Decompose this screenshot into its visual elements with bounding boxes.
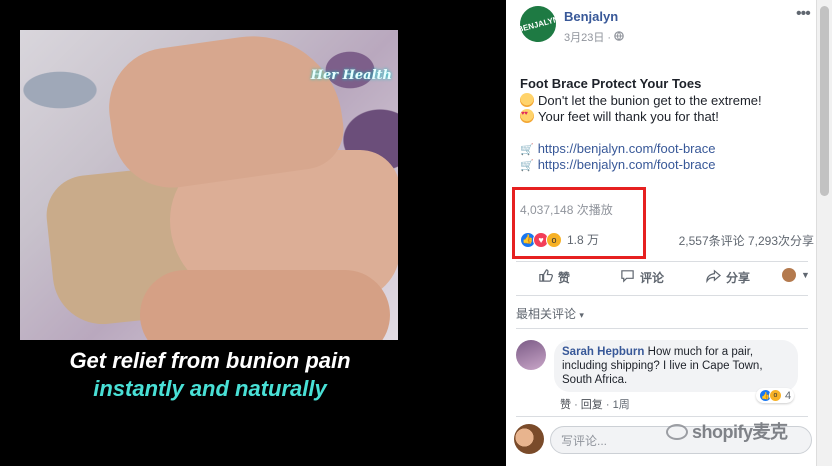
post-text-line2: Your feet will thank you for that!: [520, 109, 719, 124]
comment-reaction-count: 4: [785, 389, 792, 402]
comments-count-link[interactable]: 2,557条评论: [679, 234, 745, 248]
video-caption-line1: Get relief from bunion pain: [69, 348, 351, 373]
page-avatar[interactable]: BENJALYN: [515, 1, 561, 47]
page-name-link[interactable]: Benjalyn: [564, 9, 618, 24]
comment-sort-dropdown[interactable]: 最相关评论 ▾: [516, 305, 584, 322]
video-player[interactable]: Her Health Get relief from bunion pain i…: [0, 0, 506, 466]
shopping-cart-icon: 🛒: [520, 144, 534, 156]
product-link-1[interactable]: https://benjalyn.com/foot-brace: [538, 141, 716, 156]
dot-separator: ·: [574, 399, 581, 411]
share-icon: [706, 268, 722, 286]
divider: [516, 295, 808, 296]
post-text-line1: Don't let the bunion get to the extreme!: [520, 93, 762, 108]
worried-face-icon: [520, 93, 534, 107]
wechat-icon: [666, 424, 688, 440]
comment-author-name[interactable]: Sarah Hepburn: [562, 346, 644, 358]
post-title: Foot Brace Protect Your Toes: [520, 76, 702, 91]
screenshot-root: Her Health Get relief from bunion pain i…: [0, 0, 832, 466]
comment-icon: [620, 268, 635, 286]
scrollbar[interactable]: [816, 0, 832, 466]
comment-button[interactable]: 评论: [620, 268, 664, 286]
post-meta: 3月23日 ·: [564, 29, 624, 45]
more-options-icon[interactable]: •••: [796, 5, 811, 23]
share-button[interactable]: 分享: [706, 268, 750, 286]
video-caption-line2: instantly and naturally: [93, 376, 327, 401]
comment-reply-link[interactable]: 回复: [581, 399, 603, 411]
divider: [516, 328, 808, 329]
chevron-down-icon: ▾: [579, 310, 584, 320]
post-text-line1-value: Don't let the bunion get to the extreme!: [538, 93, 762, 108]
divider: [516, 416, 808, 417]
highlight-annotation-box: [512, 187, 646, 259]
dot-separator: ·: [605, 399, 613, 411]
thumbs-up-icon: [538, 268, 553, 286]
video-frame[interactable]: Her Health: [20, 30, 398, 340]
overlay-watermark: shopify麦克: [666, 418, 788, 444]
comment-like-link[interactable]: 赞: [560, 399, 571, 411]
like-button[interactable]: 赞: [538, 268, 570, 286]
like-label: 赞: [558, 270, 571, 285]
comment-label: 评论: [640, 270, 665, 285]
post-link-line1: 🛒 https://benjalyn.com/foot-brace: [520, 141, 715, 156]
comment-sort-label: 最相关评论: [516, 307, 577, 321]
hand-image-lower: [140, 270, 390, 340]
globe-icon: [614, 31, 624, 44]
view-count: 4,037,148 次播放: [520, 203, 613, 217]
comment-bubble: Sarah Hepburn How much for a pair, inclu…: [554, 340, 798, 392]
avatar: [782, 268, 796, 282]
post-as-selector[interactable]: ▼: [782, 268, 810, 282]
video-watermark: Her Health: [310, 68, 392, 83]
post-text-line2-value: Your feet will thank you for that!: [538, 109, 719, 124]
shares-count-link[interactable]: 7,293次分享: [748, 234, 814, 248]
share-label: 分享: [726, 270, 751, 285]
wow-reaction-icon: o: [546, 231, 562, 248]
post-date[interactable]: 3月23日: [564, 32, 604, 44]
comment-time[interactable]: 1周: [613, 399, 630, 411]
engagement-counts: 2,557条评论 7,293次分享: [679, 232, 814, 249]
scrollbar-thumb[interactable]: [820, 6, 829, 196]
overlay-watermark-text: shopify麦克: [692, 422, 788, 442]
wow-reaction-icon: o: [769, 389, 782, 402]
chevron-down-icon: ▼: [801, 270, 810, 280]
heart-eyes-icon: [520, 109, 534, 123]
product-link-2[interactable]: https://benjalyn.com/foot-brace: [538, 157, 716, 172]
comment-author-avatar[interactable]: [516, 340, 546, 370]
current-user-avatar: [514, 424, 544, 454]
post-panel: BENJALYN Benjalyn 3月23日 · ••• Foot Brace…: [506, 0, 816, 466]
post-link-line2: 🛒 https://benjalyn.com/foot-brace: [520, 157, 715, 172]
reaction-count: 1.8 万: [567, 233, 600, 247]
comment-reactions[interactable]: 👍 o 4: [756, 388, 795, 403]
divider: [516, 261, 808, 262]
comment-actions: 赞 · 回复 · 1周: [560, 396, 630, 412]
shopping-cart-icon: 🛒: [520, 160, 534, 172]
reactions-summary[interactable]: 👍 ♥ o 1.8 万: [520, 231, 599, 248]
